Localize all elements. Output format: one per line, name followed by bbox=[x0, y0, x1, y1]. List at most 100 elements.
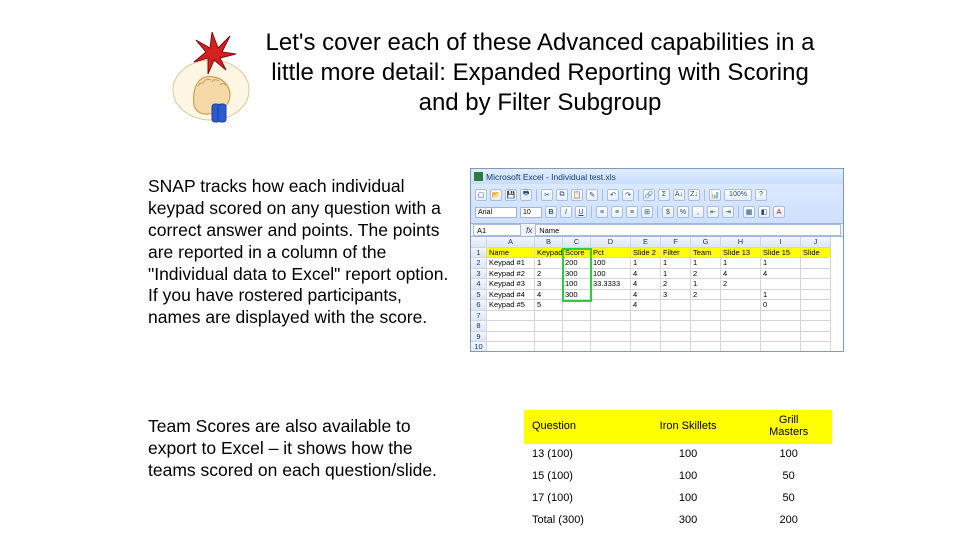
comma-icon[interactable]: , bbox=[692, 206, 704, 218]
cell[interactable] bbox=[801, 311, 831, 322]
cell[interactable] bbox=[487, 321, 535, 332]
cell[interactable] bbox=[691, 321, 721, 332]
cell[interactable] bbox=[721, 311, 761, 322]
cell[interactable] bbox=[691, 311, 721, 322]
cell[interactable] bbox=[801, 300, 831, 311]
name-box[interactable]: A1 bbox=[473, 224, 521, 236]
cell[interactable]: 200 bbox=[563, 258, 591, 269]
cell[interactable]: 4 bbox=[631, 300, 661, 311]
align-right-icon[interactable]: ≡ bbox=[626, 206, 638, 218]
cell[interactable]: 300 bbox=[563, 269, 591, 280]
cell[interactable]: 1 bbox=[661, 269, 691, 280]
cell[interactable] bbox=[591, 290, 631, 301]
cell[interactable] bbox=[563, 321, 591, 332]
font-size-dropdown[interactable]: 10 bbox=[520, 207, 542, 218]
cell[interactable]: 2 bbox=[661, 279, 691, 290]
cell[interactable] bbox=[487, 332, 535, 343]
format-painter-icon[interactable]: ✎ bbox=[586, 189, 598, 201]
cell[interactable]: 1 bbox=[631, 258, 661, 269]
cell[interactable]: 4 bbox=[631, 290, 661, 301]
cell[interactable] bbox=[535, 332, 563, 343]
save-icon[interactable]: 💾 bbox=[505, 189, 517, 201]
cell[interactable] bbox=[801, 342, 831, 352]
fx-icon[interactable]: fx bbox=[523, 224, 535, 236]
cell[interactable] bbox=[761, 332, 801, 343]
cell[interactable] bbox=[535, 321, 563, 332]
cell[interactable]: 1 bbox=[535, 258, 563, 269]
formula-input[interactable]: Name bbox=[535, 224, 841, 236]
align-left-icon[interactable]: ≡ bbox=[596, 206, 608, 218]
cell[interactable] bbox=[487, 342, 535, 352]
cell[interactable]: Keypad #1 bbox=[487, 258, 535, 269]
cell[interactable] bbox=[591, 342, 631, 352]
cell[interactable]: 4 bbox=[631, 269, 661, 280]
cell[interactable] bbox=[801, 279, 831, 290]
cell[interactable] bbox=[563, 311, 591, 322]
col-header[interactable]: I bbox=[761, 237, 801, 248]
cell[interactable]: 100 bbox=[591, 269, 631, 280]
col-header[interactable]: J bbox=[801, 237, 831, 248]
cell[interactable] bbox=[661, 311, 691, 322]
cell[interactable] bbox=[761, 279, 801, 290]
cell[interactable]: 1 bbox=[691, 279, 721, 290]
row-header[interactable]: 10 bbox=[471, 342, 487, 352]
cell[interactable] bbox=[661, 342, 691, 352]
undo-icon[interactable]: ↶ bbox=[607, 189, 619, 201]
cell[interactable]: Keypad #5 bbox=[487, 300, 535, 311]
row-header[interactable]: 6 bbox=[471, 300, 487, 311]
cell[interactable]: 1 bbox=[661, 258, 691, 269]
cell[interactable] bbox=[563, 300, 591, 311]
cell[interactable]: 1 bbox=[761, 258, 801, 269]
decrease-indent-icon[interactable]: ⇤ bbox=[707, 206, 719, 218]
cell[interactable]: Keypad #2 bbox=[487, 269, 535, 280]
font-color-icon[interactable]: A bbox=[773, 206, 785, 218]
row-header[interactable]: 3 bbox=[471, 269, 487, 280]
align-center-icon[interactable]: ≡ bbox=[611, 206, 623, 218]
cell[interactable]: 0 bbox=[761, 300, 801, 311]
sort-desc-icon[interactable]: Z↓ bbox=[688, 189, 700, 201]
cell[interactable] bbox=[591, 321, 631, 332]
print-icon[interactable]: 🖶 bbox=[520, 189, 532, 201]
cell[interactable] bbox=[761, 321, 801, 332]
cell[interactable] bbox=[691, 300, 721, 311]
row-header[interactable]: 5 bbox=[471, 290, 487, 301]
cell[interactable] bbox=[801, 290, 831, 301]
cell[interactable] bbox=[801, 258, 831, 269]
increase-indent-icon[interactable]: ⇥ bbox=[722, 206, 734, 218]
cell[interactable] bbox=[801, 269, 831, 280]
cut-icon[interactable]: ✂ bbox=[541, 189, 553, 201]
chart-icon[interactable]: 📊 bbox=[709, 189, 721, 201]
cell[interactable] bbox=[661, 332, 691, 343]
cell[interactable]: Keypad #3 bbox=[487, 279, 535, 290]
cell[interactable]: 300 bbox=[563, 290, 591, 301]
cell[interactable] bbox=[563, 342, 591, 352]
redo-icon[interactable]: ↷ bbox=[622, 189, 634, 201]
help-icon[interactable]: ? bbox=[755, 189, 767, 201]
column-heading[interactable]: Team bbox=[691, 248, 721, 259]
cell[interactable] bbox=[761, 342, 801, 352]
cell[interactable]: 100 bbox=[563, 279, 591, 290]
hyperlink-icon[interactable]: 🔗 bbox=[643, 189, 655, 201]
row-header[interactable]: 4 bbox=[471, 279, 487, 290]
cell[interactable]: 4 bbox=[631, 279, 661, 290]
cell[interactable] bbox=[661, 321, 691, 332]
cell[interactable] bbox=[691, 342, 721, 352]
cell[interactable]: 3 bbox=[661, 290, 691, 301]
italic-button[interactable]: I bbox=[560, 206, 572, 218]
cell[interactable] bbox=[721, 321, 761, 332]
cell[interactable] bbox=[721, 300, 761, 311]
col-header[interactable]: C bbox=[563, 237, 591, 248]
cell[interactable] bbox=[487, 311, 535, 322]
cell[interactable]: 1 bbox=[721, 258, 761, 269]
column-heading[interactable]: Slide 2 bbox=[631, 248, 661, 259]
cell[interactable]: 100 bbox=[591, 258, 631, 269]
cell[interactable]: 2 bbox=[535, 269, 563, 280]
cell[interactable] bbox=[631, 321, 661, 332]
merge-icon[interactable]: ⊞ bbox=[641, 206, 653, 218]
row-header[interactable]: 1 bbox=[471, 248, 487, 259]
row-header[interactable]: 7 bbox=[471, 311, 487, 322]
column-heading[interactable]: Name bbox=[487, 248, 535, 259]
cell[interactable] bbox=[691, 332, 721, 343]
cell[interactable]: 3 bbox=[535, 279, 563, 290]
autosum-icon[interactable]: Σ bbox=[658, 189, 670, 201]
